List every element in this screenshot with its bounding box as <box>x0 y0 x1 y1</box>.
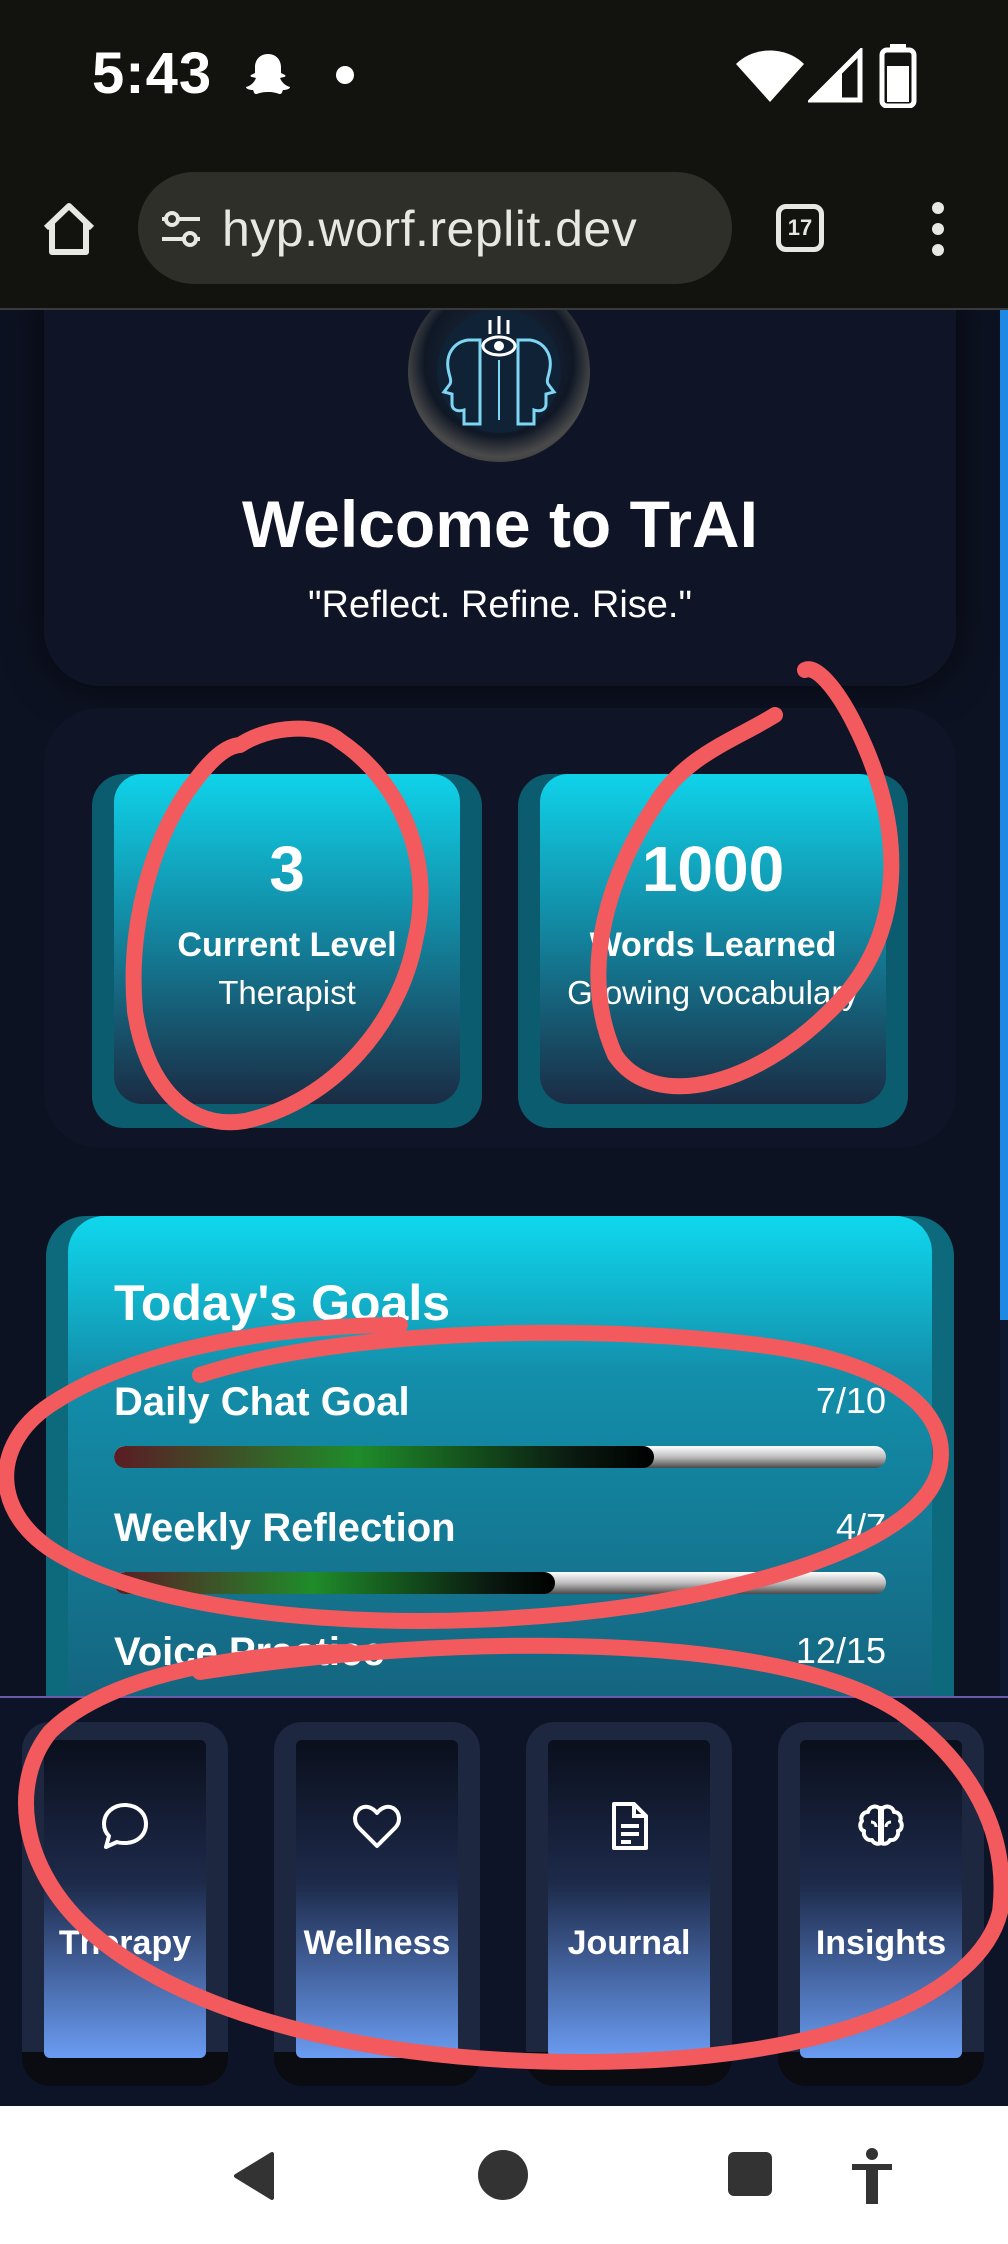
signal-icon <box>808 48 863 103</box>
goal-daily-chat: Daily Chat Goal 7/10 <box>114 1380 886 1500</box>
wifi-icon <box>736 50 804 102</box>
nav-label: Wellness <box>303 1924 451 1962</box>
address-bar[interactable]: hyp.worf.replit.dev <box>138 172 732 284</box>
stat-card-words: 1000 Words Learned Growing vocabulary <box>518 774 908 1128</box>
nav-item-insights[interactable]: Insights <box>778 1722 984 2086</box>
stat-description: Therapist <box>218 974 356 1011</box>
goal-name: Daily Chat Goal <box>114 1380 410 1424</box>
page-content: Welcome to TrAI "Reflect. Refine. Rise."… <box>0 310 1008 1696</box>
goal-progress-bar <box>114 1572 886 1594</box>
recents-icon[interactable] <box>728 2152 772 2196</box>
stat-card-level: 3 Current Level Therapist <box>92 774 482 1128</box>
home-icon[interactable] <box>38 198 100 260</box>
home-circle-icon[interactable] <box>478 2150 528 2200</box>
stat-label: Current Level <box>177 926 397 964</box>
goal-weekly-reflection: Weekly Reflection 4/7 <box>114 1506 886 1626</box>
goal-name: Voice Practice <box>114 1630 385 1674</box>
goal-count: 4/7 <box>835 1506 886 1547</box>
document-icon <box>612 1802 648 1850</box>
goal-progress-fill <box>114 1572 556 1594</box>
url-text[interactable]: hyp.worf.replit.dev <box>222 200 637 258</box>
nav-item-wellness[interactable]: Wellness <box>274 1722 480 2086</box>
goals-card: Today's Goals Daily Chat Goal 7/10 Weekl… <box>46 1216 954 1696</box>
battery-icon <box>879 44 917 108</box>
browser-toolbar: hyp.worf.replit.dev 17 <box>0 150 1008 310</box>
scrollbar[interactable] <box>1000 310 1008 1696</box>
stat-value: 1000 <box>641 833 785 905</box>
snapchat-icon <box>246 54 290 94</box>
scrollbar-thumb[interactable] <box>1000 310 1008 1320</box>
tagline: "Reflect. Refine. Rise." <box>308 584 692 626</box>
nav-item-journal[interactable]: Journal <box>526 1722 732 2086</box>
status-bar: 5:43 <box>0 0 1008 150</box>
accessibility-icon[interactable] <box>848 2146 896 2206</box>
heart-icon <box>353 1804 401 1848</box>
nav-item-therapy[interactable]: Therapy <box>22 1722 228 2086</box>
nav-label: Insights <box>815 1924 947 1962</box>
site-settings-icon[interactable] <box>158 206 204 252</box>
goal-progress-bar <box>114 1446 886 1468</box>
notification-dot-icon <box>336 66 354 84</box>
system-navigation-bar <box>0 2106 1008 2244</box>
goal-count: 12/15 <box>795 1630 886 1671</box>
chat-bubble-icon <box>102 1803 148 1849</box>
stat-label: Words Learned <box>589 926 837 964</box>
nav-label: Therapy <box>58 1924 192 1962</box>
goal-voice-practice: Voice Practice 12/15 <box>114 1630 886 1696</box>
goals-title: Today's Goals <box>114 1275 451 1331</box>
more-vert-icon[interactable] <box>924 200 952 258</box>
goal-count: 7/10 <box>815 1380 886 1421</box>
page-title: Welcome to TrAI <box>242 487 758 561</box>
brain-icon <box>858 1804 904 1846</box>
tab-switcher-button[interactable]: 17 <box>776 204 824 252</box>
stat-description: Growing vocabulary <box>567 974 859 1011</box>
goal-name: Weekly Reflection <box>114 1506 456 1550</box>
status-time: 5:43 <box>92 41 213 106</box>
nav-label: Journal <box>567 1924 691 1962</box>
goal-progress-fill <box>114 1446 655 1468</box>
stat-value: 3 <box>269 833 305 905</box>
back-icon[interactable] <box>228 2148 284 2204</box>
bottom-navigation: Therapy Wellness Journal Insights <box>0 1696 1008 2108</box>
